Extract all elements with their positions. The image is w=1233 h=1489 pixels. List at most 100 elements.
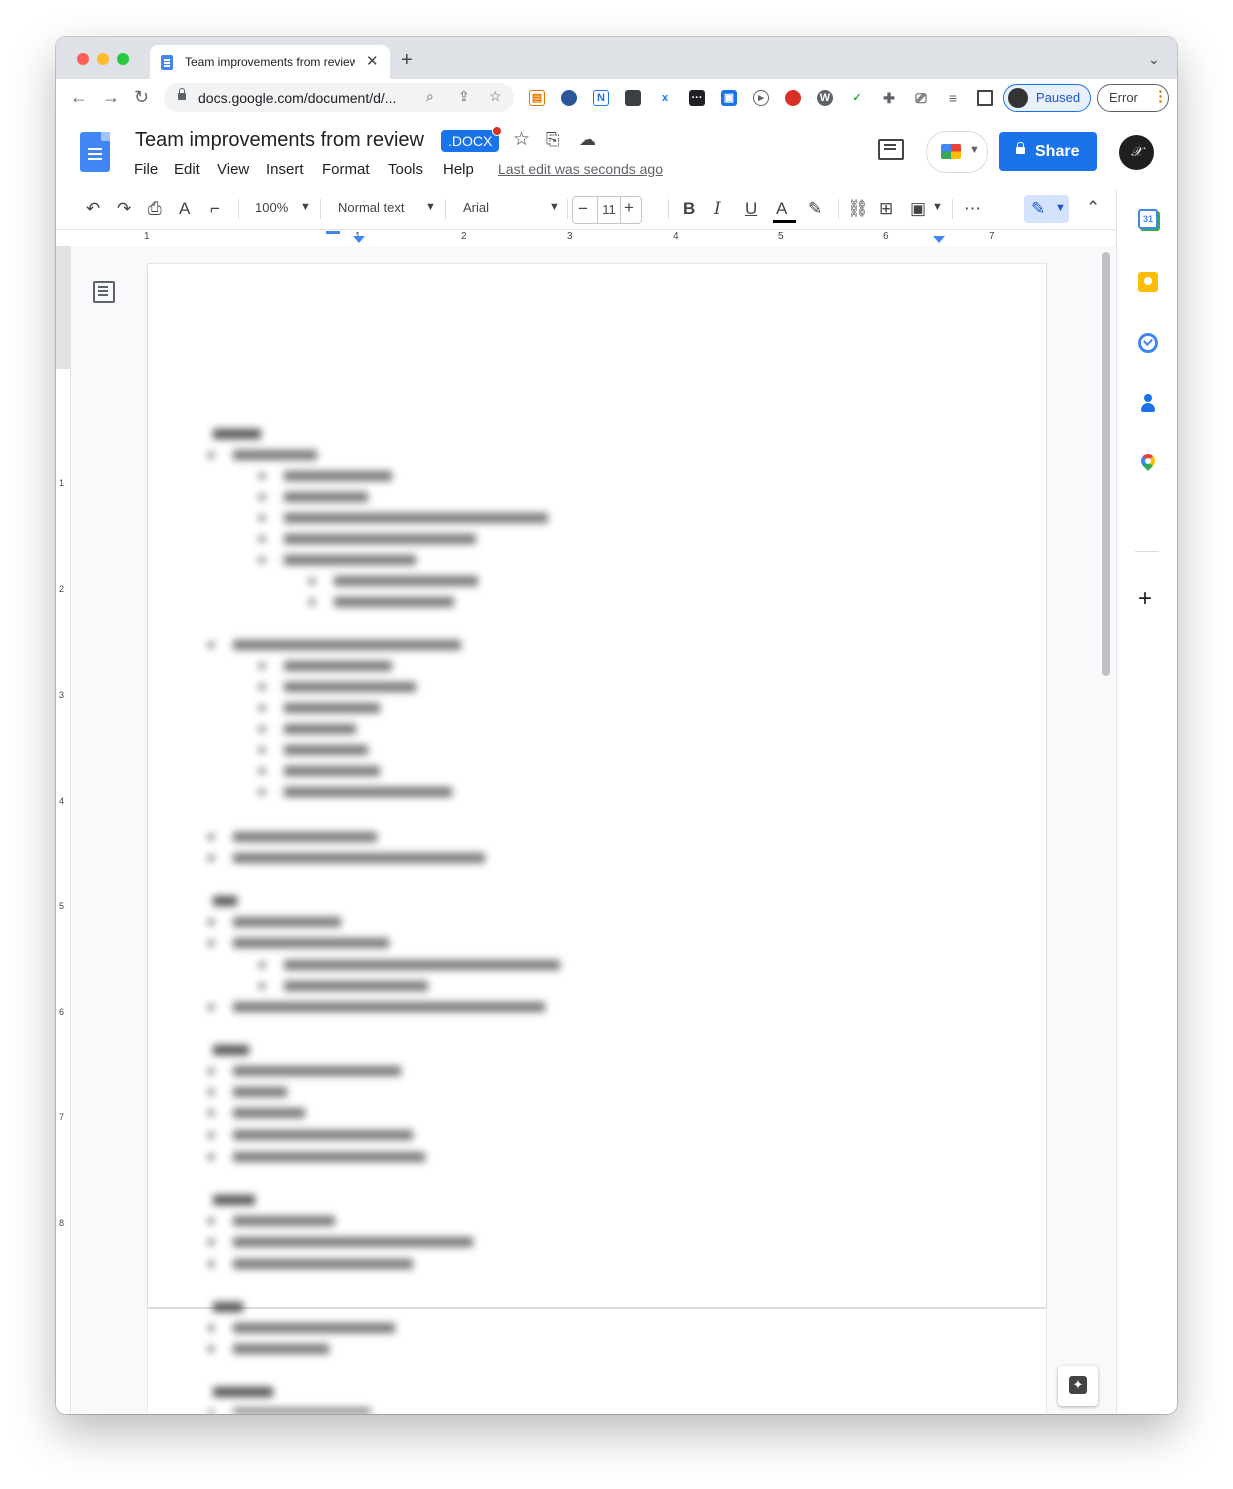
last-edit-link[interactable]: Last edit was seconds ago <box>498 161 663 177</box>
menu-edit[interactable]: Edit <box>174 161 200 178</box>
editing-mode-button[interactable]: ✎ ▼ <box>1024 195 1069 223</box>
close-window-button[interactable] <box>77 53 89 65</box>
spellcheck-icon[interactable]: A <box>179 199 190 219</box>
italic-icon[interactable]: I <box>714 199 721 219</box>
vertical-ruler[interactable]: 1 2 3 4 5 6 7 8 <box>56 246 71 1414</box>
menu-format[interactable]: Format <box>322 161 370 178</box>
font-size-input[interactable]: 11 <box>597 197 621 223</box>
new-tab-button[interactable]: + <box>401 50 413 70</box>
caret-down-icon[interactable]: ▼ <box>932 201 943 213</box>
bold-icon[interactable]: B <box>683 199 695 219</box>
zoom-select[interactable]: 100% <box>255 200 288 215</box>
extensions-puzzle-icon[interactable]: ✚ <box>881 90 897 106</box>
address-bar[interactable]: docs.google.com/document/d/... ⌕ ⇪ ☆ <box>164 83 514 112</box>
menu-file[interactable]: File <box>134 161 158 178</box>
tab-close-icon[interactable]: ✕ <box>366 52 379 70</box>
left-indent-marker[interactable] <box>353 236 365 243</box>
contacts-icon[interactable] <box>1138 393 1158 413</box>
reload-button[interactable]: ↻ <box>134 87 149 108</box>
increase-font-size-button[interactable]: + <box>624 198 634 218</box>
onedrive-extension-icon[interactable] <box>561 90 577 106</box>
side-panel-icon[interactable] <box>977 90 993 106</box>
text-color-icon[interactable]: A <box>776 199 787 219</box>
ruler-label: 8 <box>59 1218 65 1228</box>
x-extension-icon[interactable]: x <box>657 90 673 106</box>
menu-help[interactable]: Help <box>443 161 474 178</box>
expand-chevron-icon[interactable]: › <box>1141 1409 1146 1414</box>
caret-down-icon[interactable]: ▼ <box>425 201 436 213</box>
shield-extension-icon[interactable]: ▸ <box>753 90 769 106</box>
bullet-icon <box>259 663 265 669</box>
first-line-indent-marker[interactable] <box>326 231 340 234</box>
puzzle-app-extension-icon[interactable] <box>625 90 641 106</box>
toolbar-divider <box>567 199 568 219</box>
menu-tools[interactable]: Tools <box>388 161 423 178</box>
paint-format-icon[interactable]: ⌐ <box>210 199 220 219</box>
blurred-text-line <box>213 429 261 439</box>
browser-tab-active[interactable]: Team improvements from review ✕ <box>150 45 390 79</box>
redo-icon[interactable]: ↷ <box>117 199 131 219</box>
forward-button[interactable]: → <box>102 87 120 108</box>
star-icon[interactable]: ☆ <box>513 128 530 151</box>
error-button[interactable]: Error ⋮ <box>1097 84 1169 112</box>
blurred-text-line <box>233 1066 401 1076</box>
w-extension-icon[interactable]: W <box>817 90 833 106</box>
bullet-icon <box>259 515 265 521</box>
add-comment-icon[interactable]: ⊞ <box>879 199 893 219</box>
minimize-window-button[interactable] <box>97 53 109 65</box>
collapse-chevron-icon[interactable]: ⌃ <box>1086 198 1100 218</box>
add-addon-icon[interactable]: + <box>1138 587 1152 611</box>
media-control-icon[interactable]: ≡ <box>945 90 961 106</box>
stop-extension-icon[interactable] <box>785 90 801 106</box>
account-avatar[interactable]: 𝒳 <box>1119 135 1154 170</box>
notes-extension-icon[interactable]: N <box>593 90 609 106</box>
caret-down-icon[interactable]: ▼ <box>549 201 560 213</box>
share-page-icon[interactable]: ⇪ <box>458 88 470 105</box>
bookmark-star-icon[interactable]: ☆ <box>489 88 502 105</box>
explore-button[interactable]: ✦ <box>1058 1366 1098 1406</box>
bullet-icon <box>208 1325 214 1331</box>
toolbar-divider <box>445 199 446 219</box>
zoom-window-button[interactable] <box>117 53 129 65</box>
check-extension-icon[interactable]: ✓ <box>849 90 865 106</box>
print-icon[interactable]: ⎙ <box>148 199 162 219</box>
highlight-icon[interactable]: ✎ <box>808 199 822 219</box>
comment-history-icon[interactable] <box>878 139 904 160</box>
more-options-icon[interactable]: ⋯ <box>964 199 981 219</box>
cast-icon[interactable]: ⎚ <box>913 90 929 106</box>
docs-logo-icon[interactable] <box>80 132 110 172</box>
maps-icon[interactable] <box>1138 454 1158 474</box>
keep-icon[interactable] <box>1138 272 1158 292</box>
share-button[interactable]: Share <box>999 132 1097 171</box>
move-folder-icon[interactable]: ⎘ <box>546 130 560 150</box>
zoom-icon[interactable]: ⌕ <box>426 88 434 105</box>
undo-icon[interactable]: ↶ <box>86 199 100 219</box>
docx-badge[interactable]: .DOCX <box>441 126 503 152</box>
caret-down-icon: ▼ <box>969 144 980 156</box>
blue-extension-icon[interactable]: ▣ <box>721 90 737 106</box>
decrease-font-size-button[interactable]: − <box>578 199 588 219</box>
ruler-label: 4 <box>59 796 65 806</box>
blurred-text-line <box>233 1259 413 1269</box>
back-button[interactable]: ← <box>70 87 88 108</box>
vertical-scrollbar[interactable] <box>1102 252 1110 676</box>
underline-icon[interactable]: U <box>745 199 757 219</box>
font-select[interactable]: Arial <box>463 200 489 215</box>
style-select[interactable]: Normal text <box>338 200 404 215</box>
calendar-icon[interactable]: 31 <box>1138 209 1158 229</box>
profile-button[interactable]: Paused <box>1003 84 1091 112</box>
menu-view[interactable]: View <box>217 161 249 178</box>
caret-down-icon[interactable]: ▼ <box>300 201 311 213</box>
right-indent-marker[interactable] <box>933 236 945 243</box>
calendar-extension-icon[interactable]: ▤ <box>529 90 545 106</box>
cloud-status-icon[interactable]: ☁ <box>579 130 596 150</box>
meet-button[interactable]: ▼ <box>926 131 988 173</box>
tasks-icon[interactable] <box>1138 333 1158 353</box>
tab-search-chevron-icon[interactable]: ⌄ <box>1148 51 1160 68</box>
insert-image-icon[interactable]: ▣ <box>910 199 926 219</box>
document-title[interactable]: Team improvements from review <box>135 129 424 152</box>
menu-insert[interactable]: Insert <box>266 161 304 178</box>
document-canvas[interactable]: ✦ <box>71 246 1116 1414</box>
dots-extension-icon[interactable]: ··· <box>689 90 705 106</box>
link-icon[interactable]: ⛓ <box>847 199 869 219</box>
